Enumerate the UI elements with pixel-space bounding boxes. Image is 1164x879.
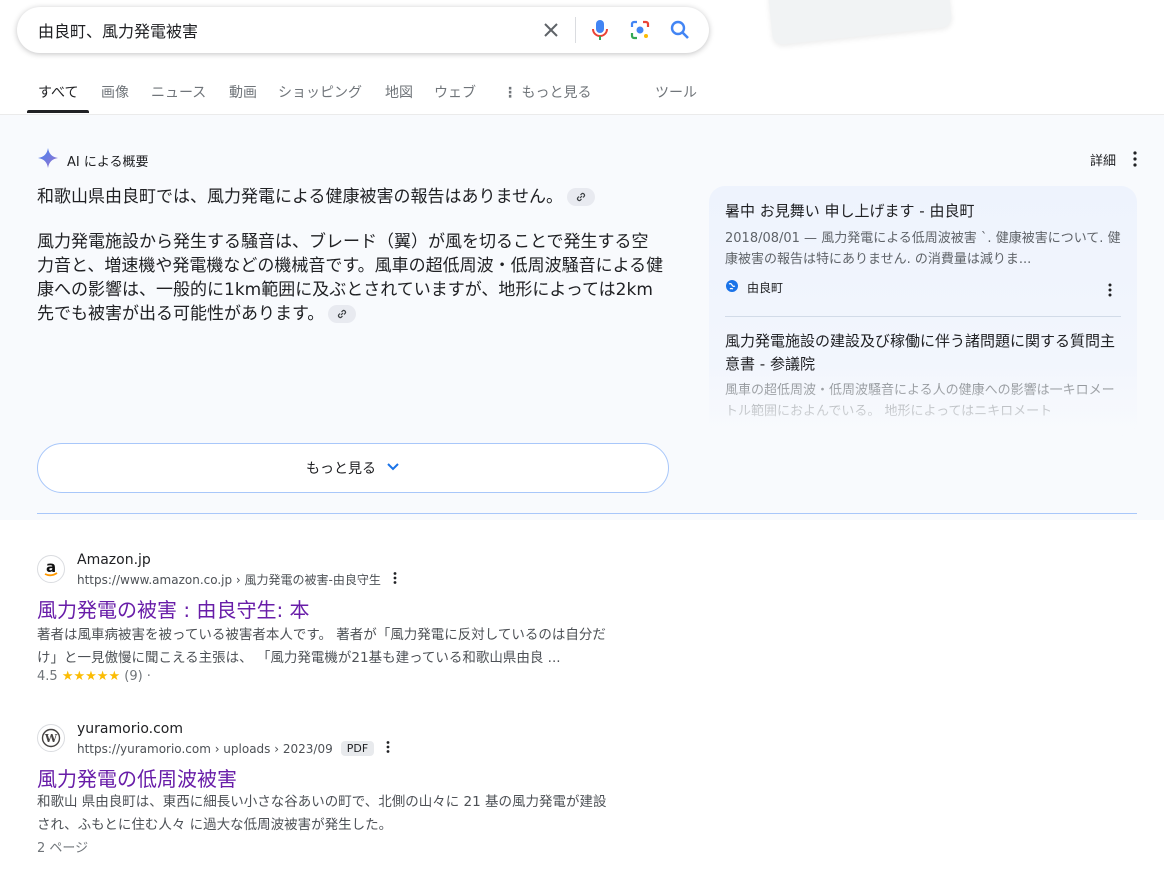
search-divider [575,17,576,43]
result-snippet: 和歌山 県由良町は、東西に細長い小さな谷あいの町で、北側の山々に 21 基の風力… [37,794,607,833]
source-snippet: 2018/08/01 — 風力発電による低周波被害 `. 健康被害について. 健… [725,231,1121,267]
svg-text:W: W [44,732,58,745]
tab-images[interactable]: 画像 [101,82,129,102]
search-result: W yuramorio.com https://yuramorio.com › … [37,721,637,861]
tab-shopping[interactable]: ショッピング [278,82,362,102]
ai-sources-panel: 暑中 お見舞い 申し上げます - 由良町 2018/08/01 — 風力発電によ… [709,186,1137,436]
show-more-button[interactable]: もっと見る [37,443,669,493]
more-vert-icon: ⋮ [503,85,517,101]
result-options-icon[interactable] [391,571,399,588]
result-title[interactable]: 風力発電の低周波被害 [37,763,237,792]
tab-videos[interactable]: 動画 [229,82,257,102]
clear-icon[interactable] [539,18,563,42]
ai-overview-paragraph-2: 風力発電施設から発生する騒音は、ブレード（翼）が風を切ることで発生する空力音と、… [37,232,664,324]
pdf-badge: PDF [340,741,375,756]
decorative-doodle [767,0,953,46]
source-title[interactable]: 風力発電施設の建設及び稼働に伴う諸問題に関する質問主意書 - 参議院 [725,330,1125,376]
detail-link[interactable]: 詳細 [1090,150,1116,169]
lens-icon[interactable] [628,18,652,42]
citation-link-icon[interactable] [328,305,357,323]
chevron-down-icon [386,460,400,476]
result-page-count: 2 ページ [37,841,89,856]
result-title[interactable]: 風力発電の被害 : 由良守生: 本 [37,594,310,623]
search-bar [17,7,709,53]
sparkle-icon [37,147,59,173]
wordpress-favicon-icon[interactable]: W [37,724,65,752]
source-divider [725,316,1121,317]
result-rating: 4.5 ★★★★★ (9) · [37,669,151,684]
tab-maps[interactable]: 地図 [385,82,413,102]
source-options-icon[interactable] [1105,282,1115,302]
ai-overview-header: AI による概要 [37,147,148,173]
amazon-favicon-icon[interactable]: a [37,555,65,583]
active-tab-indicator [27,110,89,113]
result-site-name[interactable]: yuramorio.com [77,721,183,737]
citation-link-icon[interactable] [566,188,595,206]
source-site[interactable]: 由良町 [725,279,783,296]
tab-tools[interactable]: ツール [655,82,697,102]
section-divider [37,513,1137,514]
ai-overview-label: AI による概要 [67,154,149,170]
source-snippet: 風車の超低周波・低周波騒音による人の健康への影響は一キロメートル範囲におよんでい… [725,383,1115,419]
search-input[interactable] [38,7,518,53]
source-title[interactable]: 暑中 お見舞い 申し上げます - 由良町 [725,200,1125,223]
search-icon[interactable] [668,18,692,42]
ai-overview-paragraph-1: 和歌山県由良町では、風力発電による健康被害の報告はありません。 [37,185,665,209]
tab-more[interactable]: ⋮ もっと見る [503,82,591,102]
tab-all[interactable]: すべて [38,82,78,102]
globe-icon [725,279,739,296]
result-snippet: 著者は風車病被害を被っている被害者本人です。 著者が「風力発電に反対しているのは… [37,627,606,666]
search-result: a Amazon.jp https://www.amazon.co.jp › 風… [37,552,637,692]
star-rating-icon: ★★★★★ [61,669,121,684]
result-url[interactable]: https://yuramorio.com › uploads › 2023/0… [77,740,392,757]
more-options-icon[interactable] [1128,150,1142,172]
tab-web[interactable]: ウェブ [434,82,476,102]
tab-news[interactable]: ニュース [151,82,206,102]
result-options-icon[interactable] [384,740,392,757]
result-site-name[interactable]: Amazon.jp [77,552,151,568]
result-url[interactable]: https://www.amazon.co.jp › 風力発電の被害-由良守生 [77,571,399,588]
microphone-icon[interactable] [588,18,612,42]
